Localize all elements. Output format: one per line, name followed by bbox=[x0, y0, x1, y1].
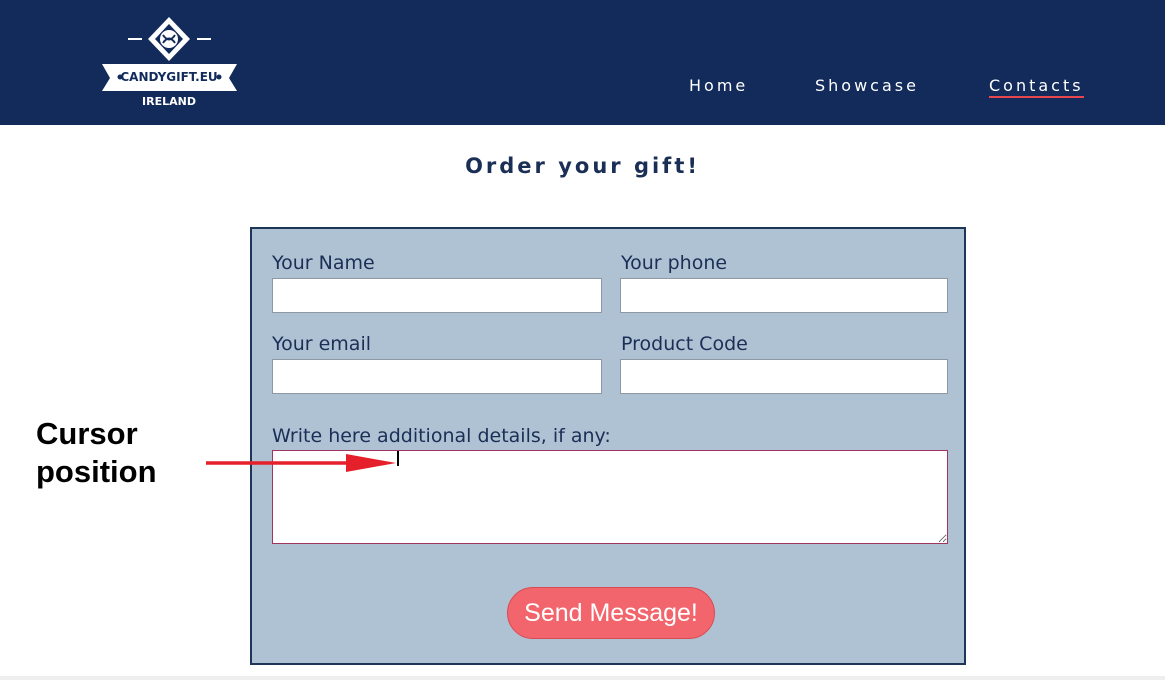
name-label: Your Name bbox=[272, 252, 375, 274]
annotation-line-2: position bbox=[36, 454, 157, 489]
nav-link-home[interactable]: Home bbox=[689, 76, 748, 95]
send-message-button[interactable]: Send Message! bbox=[507, 587, 715, 639]
nav-link-showcase[interactable]: Showcase bbox=[815, 76, 919, 95]
cursor-annotation: Cursor position bbox=[36, 415, 157, 491]
nav-link-contacts[interactable]: Contacts bbox=[989, 76, 1084, 98]
email-label: Your email bbox=[272, 333, 371, 355]
page-bottom-divider bbox=[0, 676, 1165, 680]
order-form: Your Name Your phone Your email Product … bbox=[250, 227, 966, 665]
product-code-label: Product Code bbox=[621, 333, 748, 355]
email-input[interactable] bbox=[272, 359, 602, 394]
red-arrow-icon bbox=[206, 454, 396, 472]
page-title: Order your gift! bbox=[465, 154, 700, 178]
phone-label: Your phone bbox=[621, 252, 728, 274]
details-label: Write here additional details, if any: bbox=[272, 425, 611, 447]
site-header: CANDYGIFT.EU IRELAND Home Showcase Conta… bbox=[0, 0, 1165, 125]
logo-brand-text: CANDYGIFT.EU bbox=[120, 70, 218, 84]
product-code-input[interactable] bbox=[620, 359, 948, 394]
name-input[interactable] bbox=[272, 278, 602, 313]
logo-region-text: IRELAND bbox=[142, 95, 196, 108]
annotation-line-1: Cursor bbox=[36, 416, 138, 451]
phone-input[interactable] bbox=[620, 278, 948, 313]
site-logo[interactable]: CANDYGIFT.EU IRELAND bbox=[100, 14, 240, 114]
